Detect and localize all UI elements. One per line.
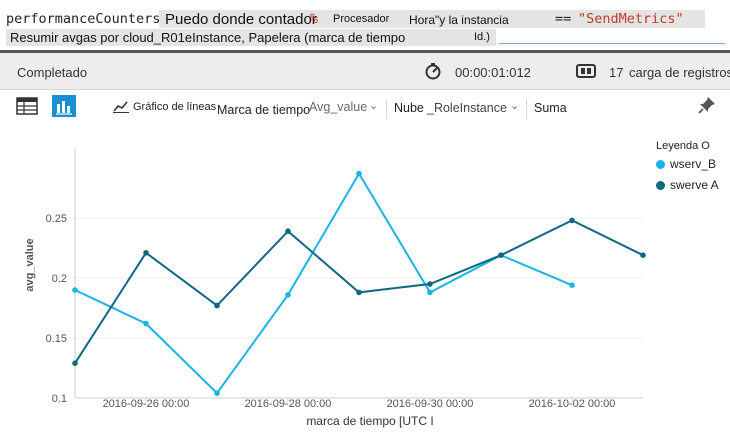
legend-title: Leyenda O: [656, 140, 710, 152]
aggregation-select[interactable]: Suma: [534, 101, 567, 115]
query-cursor-box: [499, 28, 725, 44]
data-point: [427, 281, 433, 287]
y-axis-field[interactable]: Avg_value: [309, 100, 367, 114]
data-point: [356, 289, 362, 296]
chart-view-button[interactable]: [52, 95, 76, 117]
query-line1-processor: Procesador: [333, 13, 390, 25]
query-line2-tail: Id.): [474, 31, 490, 43]
chevron-down-icon[interactable]: ⌄: [510, 99, 519, 112]
x-tick-label: 2016-09-28 00:00: [245, 398, 332, 410]
bar-chart-icon: [56, 101, 72, 115]
legend-dot: [656, 181, 665, 190]
data-point: [427, 289, 433, 296]
data-point: [72, 287, 78, 293]
query-editor[interactable]: performanceCounters Puedo donde contador…: [0, 0, 730, 53]
y-tick-label: 0.25: [46, 213, 67, 225]
x-tick-label: 2016-10-02 00:00: [529, 398, 616, 410]
data-point: [143, 250, 149, 256]
data-point: [72, 360, 78, 367]
duration: 00:00:01:012: [455, 65, 531, 80]
y-tick-label: 0.2: [52, 273, 67, 285]
legend-dot: [656, 160, 665, 169]
data-point: [640, 252, 646, 258]
results-status-bar: Completado 00:00:01:012 17 carga de regi…: [0, 53, 730, 90]
split-label: Nube: [394, 101, 424, 115]
y-tick-label: 0.1: [52, 393, 67, 405]
query-line1-text: Puedo donde contador: [165, 11, 317, 28]
data-point: [285, 292, 291, 298]
data-point: [569, 282, 575, 289]
pin-icon[interactable]: [697, 95, 717, 115]
data-point: [285, 228, 291, 234]
x-axis-field[interactable]: Marca de tiempo: [217, 103, 310, 117]
query-op: %: [310, 11, 319, 27]
series-line-wserv-b: [74, 171, 573, 395]
data-point: [498, 252, 504, 258]
chart-toolbar: Gráfico de líneas Marca de tiempo Avg_va…: [0, 90, 730, 124]
x-tick-label: 2016-09-26 00:00: [103, 398, 190, 410]
legend-label: swerve A: [670, 178, 719, 192]
data-point: [214, 390, 220, 397]
data-point: [569, 217, 575, 224]
y-axis-label: avg_value: [24, 238, 36, 291]
chart-type-select[interactable]: Gráfico de líneas: [133, 101, 216, 113]
timer-icon: [425, 63, 441, 80]
legend-item-wserv-b[interactable]: wserv_B: [656, 157, 716, 171]
query-line1-instance: Hora"y la instancia: [409, 13, 509, 27]
records-icon: [576, 64, 596, 78]
x-tick-label: 2016-09-30 00:00: [387, 398, 474, 410]
line-chart-icon: [113, 101, 129, 113]
query-line1-code: performanceCounters: [6, 11, 161, 27]
data-point: [214, 302, 220, 309]
toolbar-divider: [526, 99, 527, 119]
data-point: [356, 170, 362, 177]
data-point: [143, 320, 149, 327]
legend-label: wserv_B: [670, 157, 717, 171]
record-count: 17: [609, 65, 624, 80]
y-tick-label: 0.15: [46, 333, 67, 345]
status-text: Completado: [17, 65, 88, 80]
query-eq: ==: [555, 11, 572, 27]
chevron-down-icon[interactable]: ⌄: [369, 99, 378, 112]
x-axis-label: marca de tiempo [UTC I: [306, 414, 433, 428]
record-label: carga de registros: [629, 65, 730, 80]
toolbar-divider: [386, 99, 387, 119]
query-string: "SendMetrics": [578, 11, 684, 27]
line-chart: avg_value marca de tiempo [UTC I 0.1 0.15…: [24, 148, 646, 428]
legend-item-swerve-a[interactable]: swerve A: [656, 178, 719, 192]
split-field[interactable]: _RoleInstance: [427, 101, 507, 115]
table-view-icon[interactable]: [16, 97, 38, 115]
query-line2-text: Resumir avgas por cloud_R01eInstance, Pa…: [10, 30, 406, 45]
